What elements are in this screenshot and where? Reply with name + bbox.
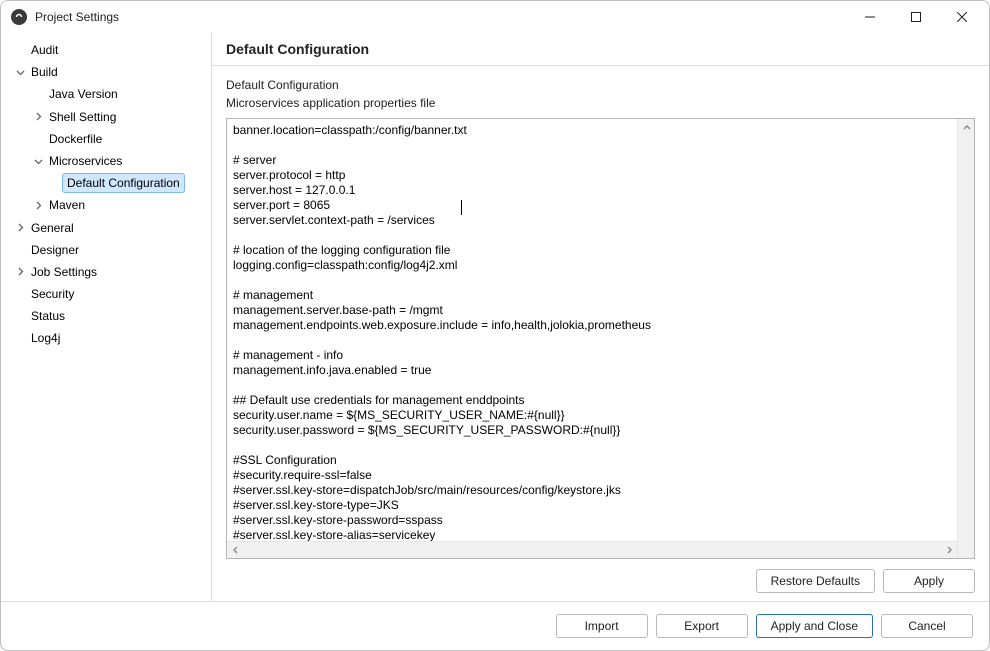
apply-button[interactable]: Apply: [883, 569, 975, 593]
tree-item[interactable]: Java Version: [1, 83, 210, 105]
tree-item[interactable]: Status: [1, 305, 210, 327]
tree-label[interactable]: Log4j: [27, 329, 64, 347]
tree-label[interactable]: Build: [27, 63, 62, 81]
app-icon: [11, 9, 27, 25]
content-header: Default Configuration: [212, 33, 989, 66]
properties-editor[interactable]: [227, 119, 957, 541]
content-pane: Default Configuration Default Configurat…: [211, 33, 989, 601]
scrollbar-vertical[interactable]: [957, 119, 974, 558]
scrollbar-horizontal[interactable]: [227, 541, 957, 558]
tree-label[interactable]: Designer: [27, 241, 83, 259]
settings-tree: Audit Build Java Version Shell Setting Docke…: [1, 33, 211, 601]
tree-item[interactable]: Audit: [1, 39, 210, 61]
chevron-right-icon[interactable]: [31, 198, 45, 212]
tree-item[interactable]: Build: [1, 61, 210, 83]
tree-item[interactable]: Maven: [1, 194, 210, 216]
tree-label[interactable]: Shell Setting: [45, 108, 120, 126]
tree-label[interactable]: Default Configuration: [63, 174, 184, 192]
tree-label[interactable]: Job Settings: [27, 263, 101, 281]
chevron-down-icon[interactable]: [31, 154, 45, 168]
tree-label[interactable]: Microservices: [45, 152, 126, 170]
text-caret: [461, 200, 462, 215]
tree-item[interactable]: Designer: [1, 239, 210, 261]
restore-defaults-button[interactable]: Restore Defaults: [756, 569, 875, 593]
content-description: Microservices application properties fil…: [226, 96, 975, 110]
body: Audit Build Java Version Shell Setting Docke…: [1, 33, 989, 601]
close-button[interactable]: [939, 2, 985, 32]
tree-item[interactable]: Security: [1, 283, 210, 305]
tree-item[interactable]: Job Settings: [1, 261, 210, 283]
chevron-right-icon[interactable]: [13, 221, 27, 235]
content-subtitle: Default Configuration: [226, 78, 975, 92]
tree-label[interactable]: Java Version: [45, 85, 122, 103]
export-button[interactable]: Export: [656, 614, 748, 638]
tree-item[interactable]: Shell Setting: [1, 106, 210, 128]
chevron-right-icon[interactable]: [31, 110, 45, 124]
editor-container: [226, 118, 975, 559]
chevron-down-icon[interactable]: [13, 65, 27, 79]
tree-item[interactable]: Log4j: [1, 327, 210, 349]
tree-item[interactable]: General: [1, 217, 210, 239]
tree-item[interactable]: Dockerfile: [1, 128, 210, 150]
tree-item[interactable]: Default Configuration: [1, 172, 210, 194]
window-title: Project Settings: [35, 10, 119, 24]
tree-label[interactable]: Maven: [45, 196, 89, 214]
minimize-button[interactable]: [847, 2, 893, 32]
tree-label[interactable]: General: [27, 219, 78, 237]
tree-item[interactable]: Microservices: [1, 150, 210, 172]
window-root: Project Settings Audit Build Java Version S…: [0, 0, 990, 651]
tree-label[interactable]: Status: [27, 307, 69, 325]
maximize-button[interactable]: [893, 2, 939, 32]
apply-and-close-button[interactable]: Apply and Close: [756, 614, 873, 638]
chevron-right-icon[interactable]: [13, 265, 27, 279]
dialog-footer: Import Export Apply and Close Cancel: [1, 601, 989, 650]
cancel-button[interactable]: Cancel: [881, 614, 973, 638]
import-button[interactable]: Import: [556, 614, 648, 638]
titlebar: Project Settings: [1, 1, 989, 33]
tree-label[interactable]: Audit: [27, 41, 62, 59]
tree-label[interactable]: Dockerfile: [45, 130, 106, 148]
tree-label[interactable]: Security: [27, 285, 78, 303]
